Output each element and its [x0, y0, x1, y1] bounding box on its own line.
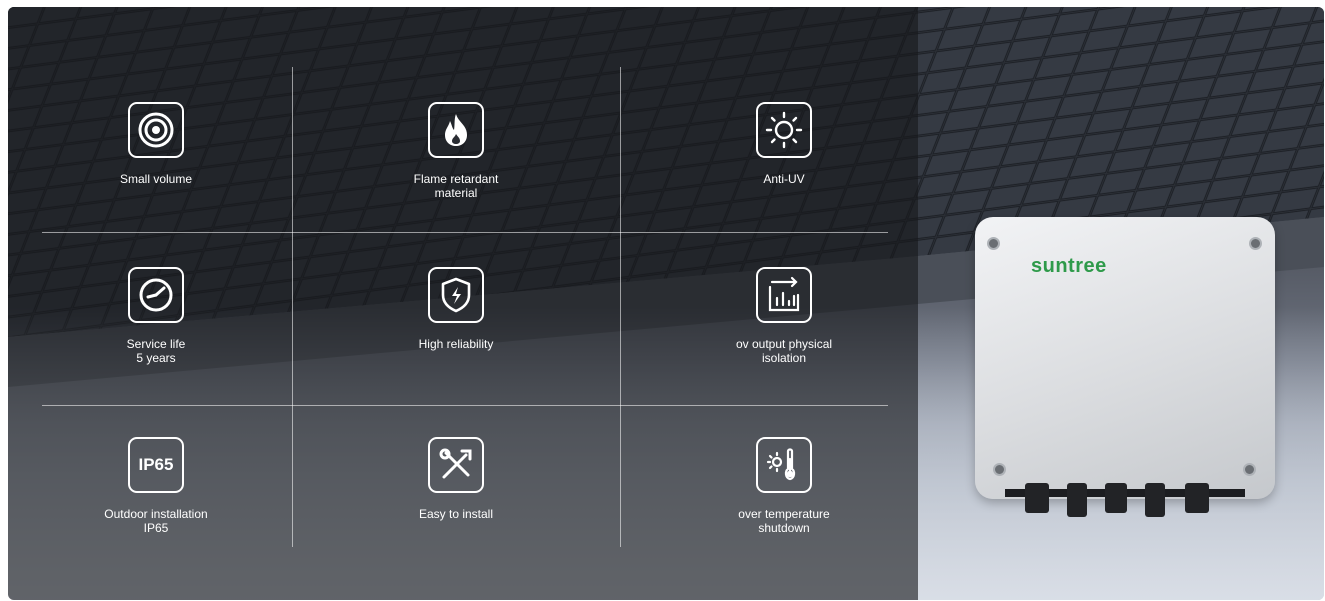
feature-output-isolation: ov output physical isolation	[699, 267, 869, 365]
ip65-badge-icon: IP65	[128, 437, 184, 493]
concentric-circles-icon	[128, 102, 184, 158]
screw-icon	[987, 237, 1000, 250]
feature-small-volume: Small volume	[71, 102, 241, 186]
feature-label: Flame retardant material	[413, 172, 499, 200]
product-junction-box: suntree	[975, 217, 1275, 499]
screw-icon	[993, 463, 1006, 476]
feature-flame-retardant: Flame retardant material	[371, 102, 541, 200]
grid-divider	[42, 405, 888, 406]
feature-high-reliability: High reliability	[371, 267, 541, 351]
bar-chart-arrow-icon	[756, 267, 812, 323]
cable-connectors	[1005, 483, 1245, 517]
feature-grid: Small volume Flame retardant material An…	[8, 7, 918, 600]
shield-lightning-icon	[428, 267, 484, 323]
tools-icon	[428, 437, 484, 493]
brand-logo: suntree	[1031, 255, 1107, 277]
feature-label: over temperature shutdown	[738, 507, 830, 535]
feature-service-life: Service life 5 years	[71, 267, 241, 365]
screw-icon	[1243, 463, 1256, 476]
feature-label: Small volume	[119, 172, 193, 186]
flame-icon	[428, 102, 484, 158]
feature-label: Service life 5 years	[126, 337, 186, 365]
feature-label: Easy to install	[418, 507, 494, 521]
screw-icon	[1249, 237, 1262, 250]
feature-easy-install: Easy to install	[371, 437, 541, 521]
gauge-icon	[128, 267, 184, 323]
grid-divider	[292, 67, 293, 547]
grid-divider	[42, 232, 888, 233]
grid-divider	[620, 67, 621, 547]
feature-label: Outdoor installation IP65	[104, 507, 208, 535]
feature-label: ov output physical isolation	[735, 337, 833, 365]
feature-outdoor-ip65: IP65 Outdoor installation IP65	[71, 437, 241, 535]
thermometer-sun-icon	[756, 437, 812, 493]
feature-label: Anti-UV	[763, 172, 805, 186]
sun-icon	[756, 102, 812, 158]
ip65-badge-text: IP65	[138, 455, 174, 474]
feature-label: High reliability	[418, 337, 494, 351]
feature-anti-uv: Anti-UV	[699, 102, 869, 186]
feature-over-temp-shutdown: over temperature shutdown	[699, 437, 869, 535]
